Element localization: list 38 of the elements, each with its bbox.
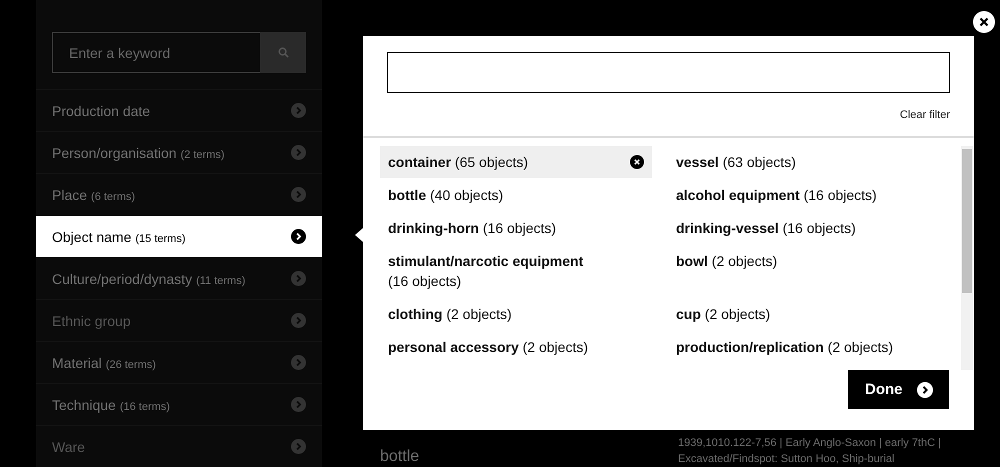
scrollbar[interactable] [961, 146, 973, 370]
result-title: bottle [380, 448, 420, 466]
search-icon [278, 47, 288, 58]
term-option[interactable]: bottle (40 objects) [380, 179, 652, 211]
term-option[interactable]: stimulant/narcotic equipment (16 objects) [380, 245, 652, 297]
term-option[interactable]: personal accessory (2 objects) [380, 331, 652, 363]
chevron-icon [917, 382, 933, 398]
clear-filter-link[interactable]: Clear filter [900, 109, 950, 121]
facet-item[interactable]: Technique (16 terms) [36, 383, 322, 425]
record-details: 1939,1010.122-7,56 | Early Anglo-Saxon | early 7thC | Excavated/Findspot: Sutton Hoo, Ship-burial [678, 436, 942, 467]
chevron-icon [291, 355, 306, 370]
term-option[interactable]: clothing (2 objects) [380, 298, 652, 330]
filter-field[interactable] [387, 52, 950, 93]
facet-item[interactable]: Production date [36, 89, 322, 131]
chevron-icon [291, 103, 306, 118]
chevron-icon [291, 229, 306, 244]
done-button[interactable]: Done [848, 370, 949, 409]
facet-item[interactable]: Culture/period/dynasty (11 terms) [36, 257, 322, 299]
term-option[interactable]: drinking-horn (16 objects) [380, 212, 652, 244]
term-option[interactable]: drinking-vessel (16 objects) [668, 212, 961, 244]
chevron-icon [291, 439, 306, 454]
term-option[interactable]: production/replication (2 objects) [668, 331, 961, 363]
facet-item[interactable]: Object name (15 terms) [36, 215, 322, 257]
term-option[interactable]: bowl (2 objects) [668, 245, 961, 297]
chevron-icon [291, 145, 306, 160]
close-icon[interactable] [973, 11, 995, 33]
chevron-icon [291, 313, 306, 328]
remove-icon[interactable] [630, 155, 644, 169]
facet-item[interactable]: Person/organisation (2 terms) [36, 131, 322, 173]
chevron-icon [291, 187, 306, 202]
chevron-icon [291, 271, 306, 286]
term-option[interactable]: container (65 objects) [380, 146, 652, 178]
term-option[interactable]: alcohol equipment (16 objects) [668, 179, 961, 211]
chevron-icon [291, 397, 306, 412]
search-field[interactable]: Enter a keyword [52, 32, 260, 73]
term-option[interactable]: vessel (63 objects) [668, 146, 961, 178]
facet-item[interactable]: Material (26 terms) [36, 341, 322, 383]
term-option[interactable]: cup (2 objects) [668, 298, 961, 330]
